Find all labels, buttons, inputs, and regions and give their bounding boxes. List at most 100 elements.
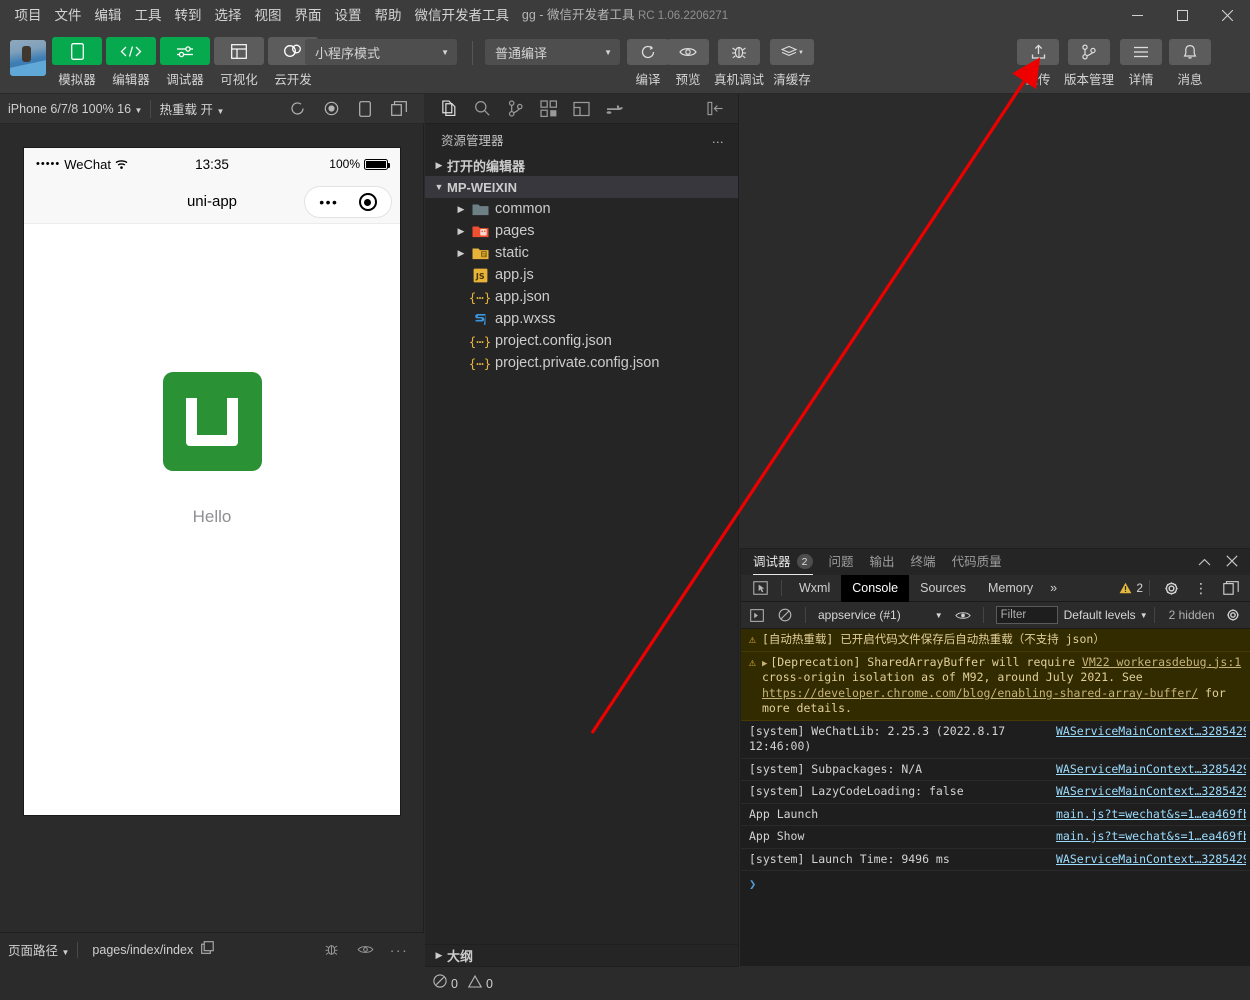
console-message-source[interactable]: WAServiceMainContext…32854293&v=2.25.3:1 [1050,762,1246,778]
chevron-up-icon[interactable] [1190,555,1218,570]
minimize-button[interactable] [1115,0,1160,31]
menu-item-ui[interactable]: 界面 [288,0,328,31]
page-path-label[interactable]: 页面路径 ▼ [8,940,69,959]
console-message-source[interactable]: WAServiceMainContext…32854293&v=2.25.3:1 [1050,852,1246,868]
panel-tab-debugger[interactable]: 调试器 2 [753,549,813,575]
refresh-simulator-button[interactable] [280,101,314,116]
console-prompt[interactable]: ❯ [741,871,1250,897]
close-icon[interactable] [1218,554,1246,570]
preview-button[interactable] [667,39,709,65]
upload-button[interactable] [1017,39,1059,65]
devtools-tab-wxml[interactable]: Wxml [788,575,841,602]
tree-item-project-private-config-json[interactable]: {⋯} project.private.config.json [425,352,738,374]
kebab-icon[interactable]: ⋮ [1186,581,1216,595]
warning-count-chip[interactable]: 2 [1119,581,1143,595]
details-button[interactable] [1120,39,1162,65]
bug-icon[interactable] [314,942,348,957]
menu-item-goto[interactable]: 转到 [168,0,208,31]
deprecation-source-link[interactable]: VM22 workerasdebug.js:1 [1082,655,1241,669]
panel-tab-terminal[interactable]: 终端 [911,549,936,575]
debugger-toggle-button[interactable]: 调试器 [160,37,210,88]
tree-item-pages[interactable]: ▶ pages [425,220,738,242]
copy-icon[interactable] [201,940,214,959]
tree-item-app-json[interactable]: {⋯} app.json [425,286,738,308]
gear-icon[interactable] [1156,581,1186,596]
devtools-tab-sources[interactable]: Sources [909,575,977,602]
deprecation-url-link[interactable]: https://developer.chrome.com/blog/enabli… [762,686,1198,700]
section-open-editors[interactable]: ▶ 打开的编辑器 [425,154,738,176]
panel-tab-output[interactable]: 输出 [870,549,895,575]
console-eye-icon[interactable] [949,610,977,621]
panel-tab-code-quality[interactable]: 代码质量 [952,549,1002,575]
devtools-tab-console[interactable]: Console [841,574,910,602]
debug-icon[interactable] [565,94,598,124]
maximize-button[interactable] [1160,0,1205,31]
console-message-source[interactable]: main.js?t=wechat&s=1…ea469fb85f7e85ea1:1 [1050,807,1246,823]
console-sidebar-toggle-icon[interactable] [743,608,771,622]
search-icon[interactable] [466,94,499,124]
console-message-deprecation[interactable]: ⚠ ▶ [Deprecation] SharedArrayBuffer will … [741,651,1250,721]
clear-console-icon[interactable] [771,608,799,622]
console-message-subpackages[interactable]: [system] Subpackages: N/A WAServiceMainC… [741,759,1250,782]
compile-select[interactable]: 普通编译 ▼ [485,39,620,65]
device-select[interactable]: iPhone 6/7/8 100% 16 ▼ [0,102,150,116]
menu-item-tools[interactable]: 工具 [128,0,168,31]
menu-item-help[interactable]: 帮助 [368,0,408,31]
console-message-app-launch[interactable]: App Launch main.js?t=wechat&s=1…ea469fb8… [741,804,1250,827]
docker-icon[interactable] [598,94,631,124]
section-project-root[interactable]: ▼ MP-WEIXIN [425,176,738,198]
more-icon[interactable]: ··· [382,942,416,958]
inspect-element-icon[interactable] [745,581,775,595]
expand-triangle-icon[interactable]: ▶ [762,659,767,669]
console-message-launch-time[interactable]: [system] Launch Time: 9496 ms WAServiceM… [741,849,1250,872]
console-message-lazycodeloading[interactable]: [system] LazyCodeLoading: false WAServic… [741,781,1250,804]
menu-item-view[interactable]: 视图 [248,0,288,31]
real-device-debug-button[interactable] [718,39,760,65]
files-icon[interactable] [433,94,466,124]
tree-item-app-js[interactable]: JS app.js [425,264,738,286]
source-control-icon[interactable] [499,94,532,124]
visualization-toggle-button[interactable]: 可视化 [214,37,264,88]
user-avatar[interactable] [10,40,46,76]
warning-triangle-icon[interactable] [467,974,483,993]
wechat-capsule[interactable]: ••• [304,186,392,218]
extensions-icon[interactable] [532,94,565,124]
tree-item-app-wxss[interactable]: app.wxss [425,308,738,330]
error-icon[interactable] [433,974,447,993]
simulator-toggle-button[interactable]: 模拟器 [52,37,102,88]
menu-item-settings[interactable]: 设置 [328,0,368,31]
menu-item-file[interactable]: 文件 [48,0,88,31]
hot-reload-toggle[interactable]: 热重载 开 ▼ [151,99,232,118]
panel-tab-problems[interactable]: 问题 [829,549,854,575]
console-context-select[interactable]: appservice (#1) ▼ [812,608,949,622]
mode-select[interactable]: 小程序模式 ▼ [305,39,457,65]
editor-toggle-button[interactable]: 编辑器 [106,37,156,88]
tree-item-project-config-json[interactable]: {⋯} project.config.json [425,330,738,352]
devtools-tab-memory[interactable]: Memory [977,575,1044,602]
devtools-more-tabs[interactable]: » [1044,575,1063,602]
console-message-source[interactable]: WAServiceMainContext…32854293&v=2.25.3:1 [1050,784,1246,800]
dock-icon[interactable] [1216,581,1246,595]
console-filter-input[interactable]: Filter [995,606,1058,624]
collapse-sidebar-icon[interactable] [699,94,732,124]
console-message-warning[interactable]: ⚠ [自动热重载] 已开启代码文件保存后自动热重载（不支持 json） [741,629,1250,652]
version-control-button[interactable] [1068,39,1110,65]
detach-window-button[interactable] [382,101,416,116]
record-button[interactable] [314,101,348,116]
close-button[interactable] [1205,0,1250,31]
menu-item-devtools[interactable]: 微信开发者工具 [408,0,516,31]
console-message-wechatlib[interactable]: [system] WeChatLib: 2.25.3 (2022.8.17 12… [741,721,1250,759]
menu-item-project[interactable]: 项目 [8,0,48,31]
clear-cache-button[interactable]: ▼ [770,39,814,65]
phone-simulator[interactable]: ••••• WeChat 13:35 100% uni-app ••• Hell… [24,148,400,815]
eye-icon[interactable] [348,944,382,955]
device-view-button[interactable] [348,100,382,117]
console-message-source[interactable]: main.js?t=wechat&s=1…ea469fb85f7e85ea1:1 [1050,829,1246,845]
tree-item-static[interactable]: ▶ static [425,242,738,264]
console-message-app-show[interactable]: App Show main.js?t=wechat&s=1…ea469fb85f… [741,826,1250,849]
console-message-source[interactable]: WAServiceMainContext…32854293&v=2.25.3:1 [1050,724,1246,755]
messages-button[interactable] [1169,39,1211,65]
console-levels-select[interactable]: Default levels ▼ [1064,608,1148,622]
tree-item-common[interactable]: ▶ common [425,198,738,220]
section-outline[interactable]: ▶ 大纲 [425,944,739,966]
